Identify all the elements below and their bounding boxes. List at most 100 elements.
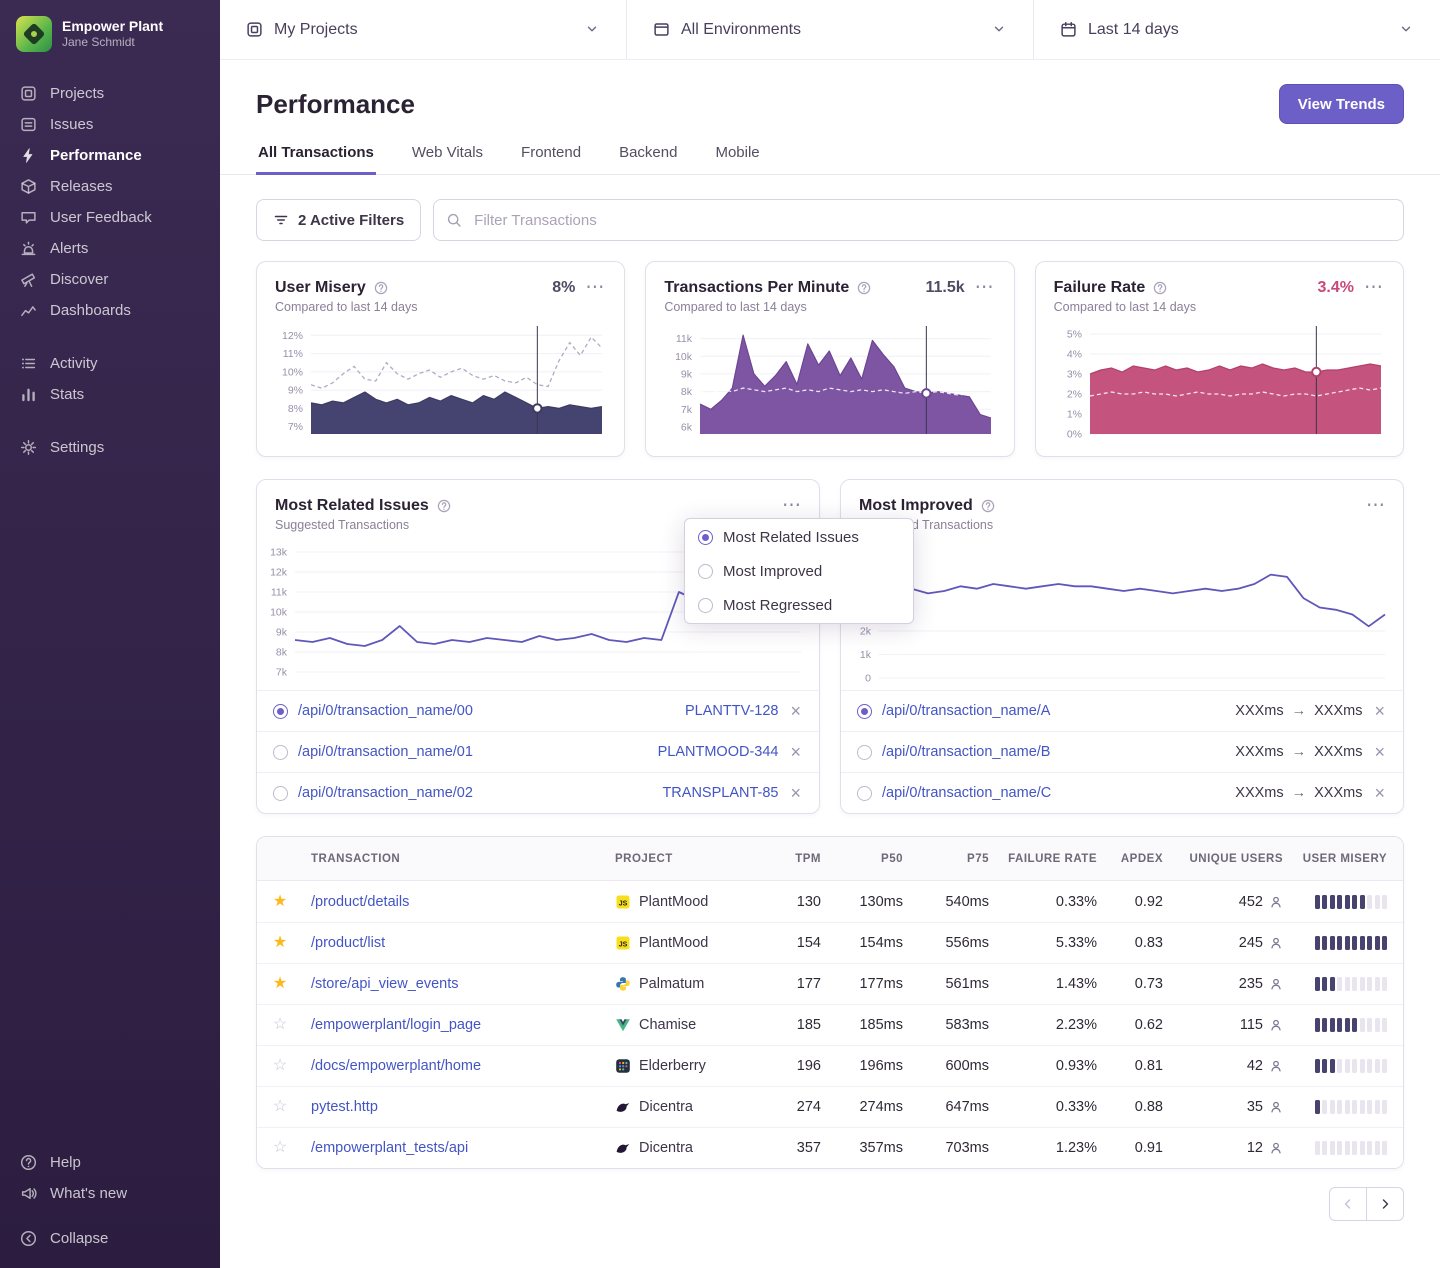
discover-icon <box>20 271 37 288</box>
column-header-project[interactable]: PROJECT <box>607 853 759 865</box>
environments-icon <box>653 21 670 38</box>
column-header-p50[interactable]: P50 <box>829 853 911 865</box>
project-selector[interactable]: My Projects <box>220 0 626 59</box>
next-page-button[interactable] <box>1366 1187 1404 1221</box>
sidebar-item-activity[interactable]: Activity <box>0 348 220 379</box>
star-icon[interactable]: ★ <box>273 893 287 910</box>
column-header-p75[interactable]: P75 <box>911 853 997 865</box>
transaction-link[interactable]: /api/0/transaction_name/C <box>882 785 1225 801</box>
help-icon[interactable] <box>374 281 388 295</box>
star-icon[interactable]: ☆ <box>273 1098 287 1115</box>
transaction-link[interactable]: /product/list <box>311 935 385 951</box>
close-icon[interactable]: × <box>788 784 803 802</box>
tab-frontend[interactable]: Frontend <box>519 136 583 175</box>
tab-web-vitals[interactable]: Web Vitals <box>410 136 485 175</box>
search-input[interactable] <box>433 199 1404 241</box>
sidebar-item-user-feedback[interactable]: User Feedback <box>0 202 220 233</box>
radio-button[interactable] <box>857 745 872 760</box>
radio-button[interactable] <box>857 786 872 801</box>
help-icon <box>20 1154 37 1171</box>
radio-button[interactable] <box>273 704 288 719</box>
star-icon[interactable]: ☆ <box>273 1057 287 1074</box>
ellipsis-menu-button[interactable] <box>1364 496 1387 515</box>
help-icon[interactable] <box>1153 281 1167 295</box>
sidebar-item-what-s-new[interactable]: What's new <box>0 1178 220 1209</box>
duration-after: XXXms <box>1314 703 1362 719</box>
duration-before: XXXms <box>1235 703 1283 719</box>
dropdown-item-most-regressed[interactable]: Most Regressed <box>685 588 913 622</box>
sidebar-item-projects[interactable]: Projects <box>0 78 220 109</box>
card-subtitle: Suggested Transactions <box>841 518 1403 532</box>
sidebar-item-dashboards[interactable]: Dashboards <box>0 295 220 326</box>
ellipsis-menu-button[interactable] <box>780 496 803 515</box>
close-icon[interactable]: × <box>1372 702 1387 720</box>
sidebar-item-discover[interactable]: Discover <box>0 264 220 295</box>
dropdown-item-most-improved[interactable]: Most Improved <box>685 554 913 588</box>
radio-button[interactable] <box>698 598 713 613</box>
unique-users-value: 42 <box>1171 1058 1291 1074</box>
environment-selector[interactable]: All Environments <box>626 0 1033 59</box>
column-header-users[interactable]: UNIQUE USERS <box>1171 853 1291 865</box>
help-icon[interactable] <box>857 281 871 295</box>
date-range-selector[interactable]: Last 14 days <box>1033 0 1440 59</box>
sidebar-item-stats[interactable]: Stats <box>0 379 220 410</box>
transaction-link[interactable]: /api/0/transaction_name/02 <box>298 785 652 801</box>
transaction-link[interactable]: /api/0/transaction_name/00 <box>298 703 675 719</box>
page-header: Performance View Trends <box>220 60 1440 124</box>
org-switcher[interactable]: Empower Plant Jane Schmidt <box>0 0 220 60</box>
sidebar-item-settings[interactable]: Settings <box>0 432 220 463</box>
view-trends-button[interactable]: View Trends <box>1279 84 1404 124</box>
close-icon[interactable]: × <box>788 702 803 720</box>
dropdown-item-most-related-issues[interactable]: Most Related Issues <box>685 520 913 554</box>
sidebar-item-alerts[interactable]: Alerts <box>0 233 220 264</box>
tab-all-transactions[interactable]: All Transactions <box>256 136 376 175</box>
star-icon[interactable]: ☆ <box>273 1016 287 1033</box>
column-header-failure_rate[interactable]: FAILURE RATE <box>997 853 1105 865</box>
transaction-link[interactable]: /api/0/transaction_name/A <box>882 703 1225 719</box>
star-icon[interactable]: ★ <box>273 934 287 951</box>
tab-backend[interactable]: Backend <box>617 136 679 175</box>
issue-link[interactable]: PLANTMOOD-344 <box>658 744 779 760</box>
active-filters-button[interactable]: 2 Active Filters <box>256 199 421 241</box>
issue-link[interactable]: PLANTTV-128 <box>685 703 779 719</box>
previous-page-button[interactable] <box>1329 1187 1367 1221</box>
sidebar-item-collapse[interactable]: Collapse <box>0 1223 220 1254</box>
close-icon[interactable]: × <box>1372 743 1387 761</box>
sidebar-item-issues[interactable]: Issues <box>0 109 220 140</box>
column-header-apdex[interactable]: APDEX <box>1105 853 1171 865</box>
transaction-link[interactable]: /api/0/transaction_name/B <box>882 744 1225 760</box>
help-icon[interactable] <box>981 499 995 513</box>
transaction-link[interactable]: pytest.http <box>311 1099 378 1115</box>
star-icon[interactable]: ★ <box>273 975 287 992</box>
ellipsis-menu-button[interactable] <box>1362 278 1385 297</box>
sidebar-item-help[interactable]: Help <box>0 1147 220 1178</box>
issue-link[interactable]: TRANSPLANT-85 <box>662 785 778 801</box>
transaction-link[interactable]: /store/api_view_events <box>311 976 459 992</box>
svg-text:8k: 8k <box>276 647 288 659</box>
radio-button[interactable] <box>857 704 872 719</box>
radio-button[interactable] <box>273 786 288 801</box>
ellipsis-menu-button[interactable] <box>973 278 996 297</box>
transaction-link[interactable]: /product/details <box>311 894 409 910</box>
pagination <box>256 1187 1404 1221</box>
star-icon[interactable]: ☆ <box>273 1139 287 1156</box>
sidebar-item-releases[interactable]: Releases <box>0 171 220 202</box>
radio-button[interactable] <box>273 745 288 760</box>
close-icon[interactable]: × <box>1372 784 1387 802</box>
help-icon[interactable] <box>437 499 451 513</box>
radio-button[interactable] <box>698 564 713 579</box>
transaction-link[interactable]: /empowerplant/login_page <box>311 1017 481 1033</box>
radio-button[interactable] <box>698 530 713 545</box>
column-header-tpm[interactable]: TPM <box>759 853 829 865</box>
transaction-link[interactable]: /docs/empowerplant/home <box>311 1058 481 1074</box>
column-header-transaction[interactable]: TRANSACTION <box>303 853 607 865</box>
releases-icon <box>20 178 37 195</box>
ellipsis-menu-button[interactable] <box>583 278 606 297</box>
transaction-link[interactable]: /api/0/transaction_name/01 <box>298 744 648 760</box>
column-header-misery[interactable]: USER MISERY <box>1291 853 1403 865</box>
tab-mobile[interactable]: Mobile <box>713 136 761 175</box>
card-header: Transactions Per Minute11.5k <box>664 278 995 297</box>
close-icon[interactable]: × <box>788 743 803 761</box>
transaction-link[interactable]: /empowerplant_tests/api <box>311 1140 468 1156</box>
sidebar-item-performance[interactable]: Performance <box>0 140 220 171</box>
